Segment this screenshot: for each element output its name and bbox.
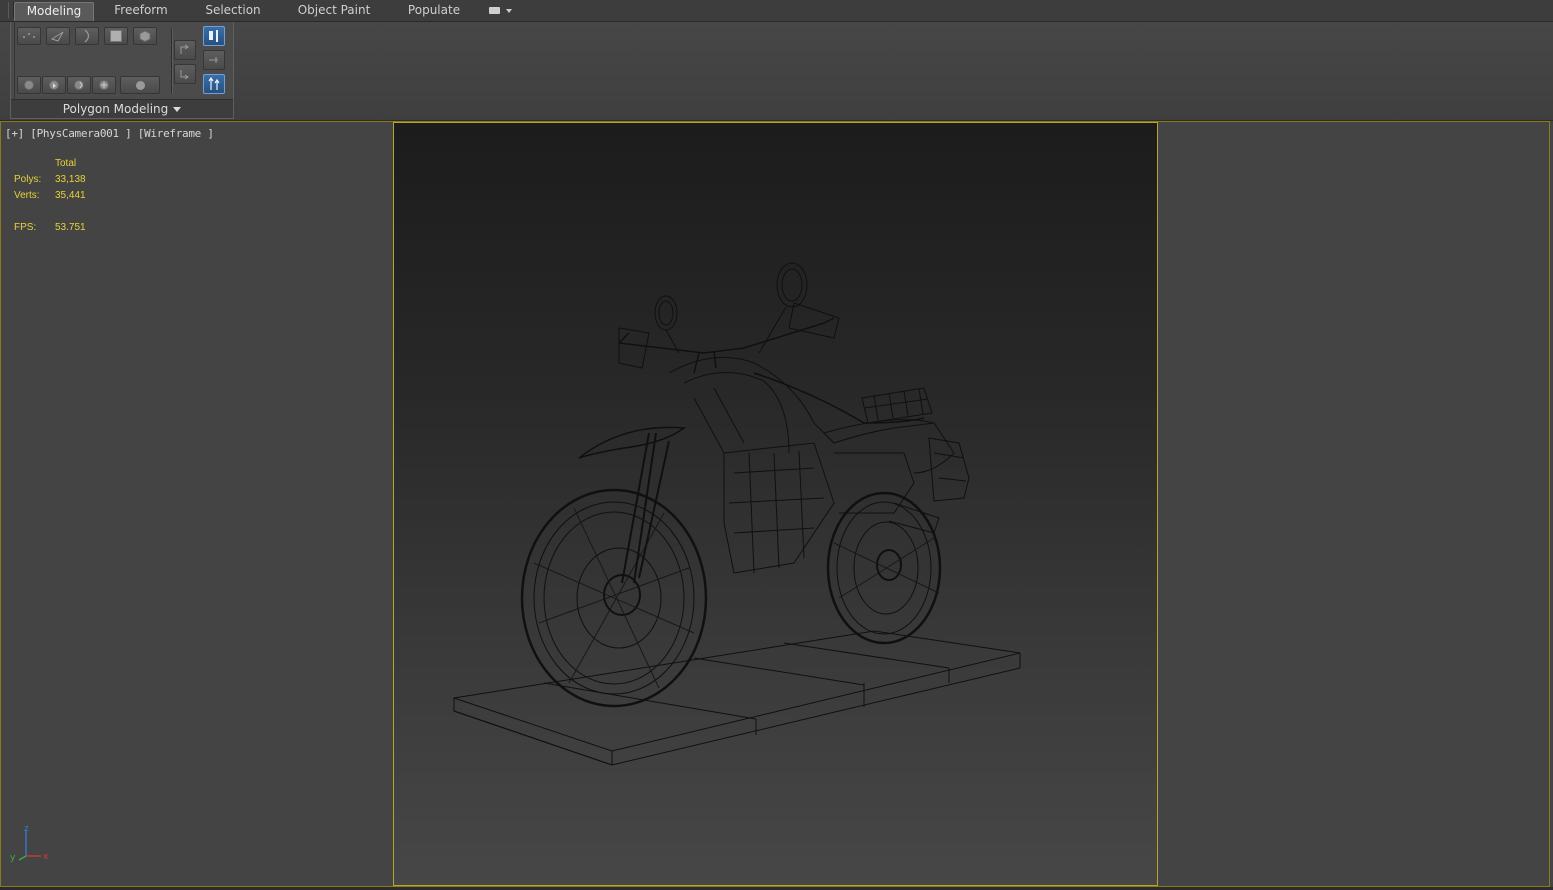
modify-mode-button[interactable] [174, 40, 196, 60]
front-wheel [520, 488, 708, 708]
pin-icon [209, 57, 218, 63]
panel-title-label: Polygon Modeling [62, 102, 169, 116]
polygon-mode-button[interactable] [104, 27, 128, 45]
axis-tripod: z y x [10, 824, 49, 863]
ring-icon [99, 80, 109, 90]
shrink-button[interactable] [42, 76, 66, 94]
edge-mode-button[interactable] [46, 27, 70, 45]
loop-icon [74, 80, 84, 90]
hand-guard-right [788, 302, 840, 339]
element-mode-button[interactable] [133, 27, 157, 45]
element-cube-icon [139, 30, 151, 42]
soft-selection-icon [208, 77, 220, 90]
collapse-stack-button[interactable] [174, 64, 196, 84]
minimize-ribbon-icon [489, 7, 500, 14]
tab-modeling[interactable]: Modeling [14, 2, 94, 21]
rear-wheel [826, 491, 942, 645]
tab-selection[interactable]: Selection [196, 2, 270, 20]
chevron-down-icon [506, 9, 512, 13]
mirrors [654, 262, 808, 354]
show-end-result-toggle[interactable] [203, 26, 225, 46]
ring-button[interactable] [92, 76, 116, 94]
polygon-icon [110, 30, 122, 42]
border-mode-button[interactable] [75, 27, 99, 45]
axis-y-label: y [10, 853, 16, 863]
safe-frame [393, 122, 1158, 886]
handlebars [618, 317, 835, 374]
verts-value: 35,441 [55, 190, 86, 201]
grow-icon [24, 80, 34, 90]
axis-z-label: z [24, 824, 29, 834]
fps-value: 53.751 [55, 222, 86, 233]
ribbon-tab-bar: Modeling Freeform Selection Object Paint… [0, 0, 1553, 22]
polys-label: Polys: [14, 174, 42, 185]
ribbon-options-dropdown[interactable] [486, 4, 514, 18]
app-window: Modeling Freeform Selection Object Paint… [0, 0, 1553, 890]
tab-freeform[interactable]: Freeform [104, 2, 178, 20]
loop-button[interactable] [67, 76, 91, 94]
rear-rack [861, 387, 933, 424]
axis-x-label: x [43, 852, 49, 862]
vertex-mode-button[interactable] [17, 27, 41, 45]
motorcycle-wireframe-model [453, 262, 1021, 766]
border-icon [84, 29, 90, 43]
front-fork [621, 432, 670, 584]
arrow-up-icon [180, 44, 189, 54]
tab-object-paint[interactable]: Object Paint [290, 2, 378, 20]
tab-populate[interactable]: Populate [398, 2, 470, 20]
preview-selection-button[interactable] [120, 76, 160, 94]
viewport-label-menu[interactable]: [+] [PhysCamera001 ] [Wireframe ] [5, 127, 214, 140]
polygon-modeling-panel: Polygon Modeling [10, 22, 234, 119]
platform-box [453, 630, 1021, 766]
camera-viewport[interactable]: [+] [PhysCamera001 ] [Wireframe ] Total … [0, 121, 1550, 887]
fps-label: FPS: [14, 222, 37, 233]
arrow-down-icon [180, 70, 189, 80]
grow-button[interactable] [17, 76, 41, 94]
chevron-down-icon [173, 107, 182, 112]
shrink-icon [49, 80, 59, 90]
pin-stack-button[interactable] [203, 50, 225, 70]
hand-guard-left [618, 327, 650, 369]
ribbon-panel-area: Polygon Modeling [0, 22, 1553, 121]
verts-label: Verts: [14, 190, 40, 201]
use-soft-selection-toggle[interactable] [203, 74, 225, 94]
side-case [928, 437, 970, 502]
panel-divider [171, 28, 173, 94]
polygon-modeling-panel-title[interactable]: Polygon Modeling [11, 99, 233, 118]
edge-icon [51, 31, 64, 42]
seat [753, 372, 925, 424]
vertex-icon [23, 33, 35, 38]
stats-header: Total [55, 158, 77, 169]
record-dot-icon [135, 80, 145, 90]
show-end-result-icon [209, 30, 218, 42]
polys-value: 33,138 [55, 174, 86, 185]
